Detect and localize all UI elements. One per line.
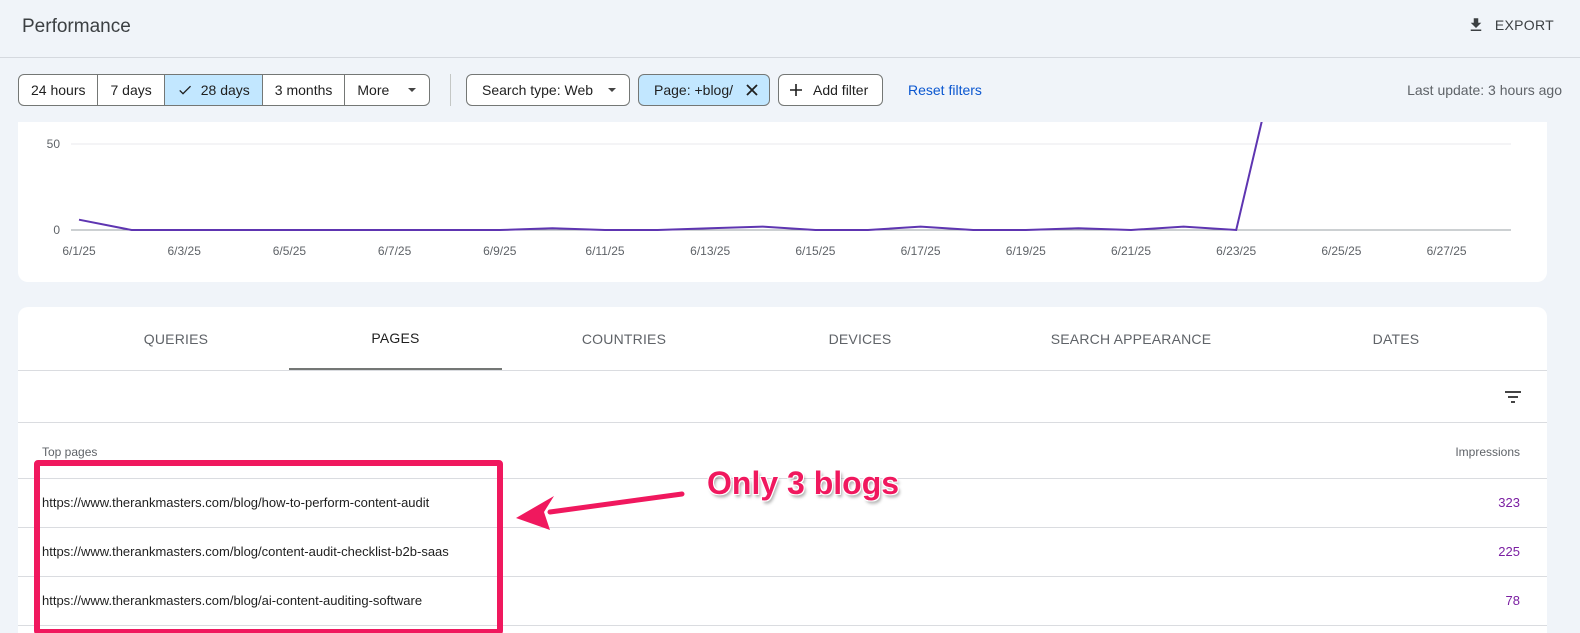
x-tick-label: 6/7/25 [378, 244, 412, 258]
x-tick-label: 6/23/25 [1216, 244, 1256, 258]
y-tick-label: 50 [47, 137, 61, 151]
close-icon[interactable] [745, 83, 759, 97]
export-button[interactable]: EXPORT [1467, 16, 1554, 34]
export-label: EXPORT [1494, 17, 1554, 33]
add-filter-button[interactable]: Add filter [778, 74, 884, 106]
range-label: 7 days [110, 82, 152, 98]
caret-down-icon [608, 88, 617, 92]
table-toolbar [18, 371, 1547, 423]
filter-bar: 24 hours 7 days 28 days 3 months More Se… [0, 58, 1580, 122]
x-tick-label: 6/17/25 [901, 244, 941, 258]
range-7-days[interactable]: 7 days [98, 75, 165, 105]
tab-search-appearance[interactable]: SEARCH APPEARANCE [1031, 307, 1231, 371]
search-type-filter[interactable]: Search type: Web [466, 74, 631, 106]
tab-countries[interactable]: COUNTRIES [538, 307, 710, 371]
page-title: Performance [22, 16, 131, 37]
impressions-value: 225 [1498, 544, 1520, 559]
impressions-value: 323 [1498, 495, 1520, 510]
plus-icon [790, 84, 802, 96]
tab-dates[interactable]: DATES [1310, 307, 1482, 371]
page-header: Performance EXPORT [0, 0, 1580, 58]
column-impressions[interactable]: Impressions [1455, 445, 1520, 459]
annotation-text: Only 3 blogs [707, 465, 900, 501]
column-top-pages[interactable]: Top pages [42, 445, 97, 459]
y-tick-label: 0 [53, 223, 60, 237]
dimension-tabs: QUERIES PAGES COUNTRIES DEVICES SEARCH A… [18, 307, 1547, 371]
annotation-arrow-icon [516, 491, 685, 530]
range-label: More [357, 82, 390, 98]
last-update-text: Last update: 3 hours ago [1407, 82, 1562, 98]
x-tick-label: 6/25/25 [1321, 244, 1361, 258]
x-tick-label: 6/3/25 [168, 244, 202, 258]
reset-filters-link[interactable]: Reset filters [908, 82, 982, 98]
range-label: 24 hours [31, 82, 86, 98]
range-more-dropdown[interactable]: More [345, 75, 429, 105]
tab-devices[interactable]: DEVICES [774, 307, 946, 371]
line-chart: 0 50 6/1/25 6/3/25 6/5/25 6/7/25 6/9/25 6/11/25… [47, 122, 1511, 258]
x-tick-label: 6/27/25 [1427, 244, 1467, 258]
x-tick-label: 6/19/25 [1006, 244, 1046, 258]
annotation-highlight-box [34, 460, 503, 633]
page-filter-chip[interactable]: Page: +blog/ [638, 74, 771, 106]
filter-rows-icon[interactable] [1503, 387, 1523, 407]
caret-down-icon [408, 88, 417, 92]
x-tick-label: 6/13/25 [690, 244, 730, 258]
check-icon [179, 85, 191, 95]
add-filter-label: Add filter [813, 82, 869, 98]
range-28-days[interactable]: 28 days [164, 75, 263, 105]
x-tick-label: 6/11/25 [585, 244, 624, 258]
tab-pages[interactable]: PAGES [289, 307, 502, 370]
tab-queries[interactable]: QUERIES [90, 307, 262, 371]
search-type-label: Search type: Web [482, 82, 594, 98]
range-label: 28 days [200, 82, 250, 98]
x-tick-label: 6/5/25 [273, 244, 307, 258]
x-tick-label: 6/21/25 [1111, 244, 1151, 258]
range-3-months[interactable]: 3 months [263, 75, 346, 105]
download-icon [1470, 18, 1482, 31]
date-range-selector: 24 hours 7 days 28 days 3 months More [18, 74, 431, 106]
x-tick-label: 6/15/25 [795, 244, 835, 258]
performance-chart: 0 50 6/1/25 6/3/25 6/5/25 6/7/25 6/9/25 6/11/25… [18, 122, 1547, 282]
divider [450, 74, 451, 106]
series-line [78, 122, 1263, 232]
x-tick-label: 6/9/25 [483, 244, 517, 258]
x-tick-label: 6/1/25 [62, 244, 96, 258]
range-24-hours[interactable]: 24 hours [19, 75, 99, 105]
page-filter-label: Page: +blog/ [654, 82, 734, 98]
range-label: 3 months [274, 82, 333, 98]
impressions-value: 78 [1505, 593, 1520, 608]
